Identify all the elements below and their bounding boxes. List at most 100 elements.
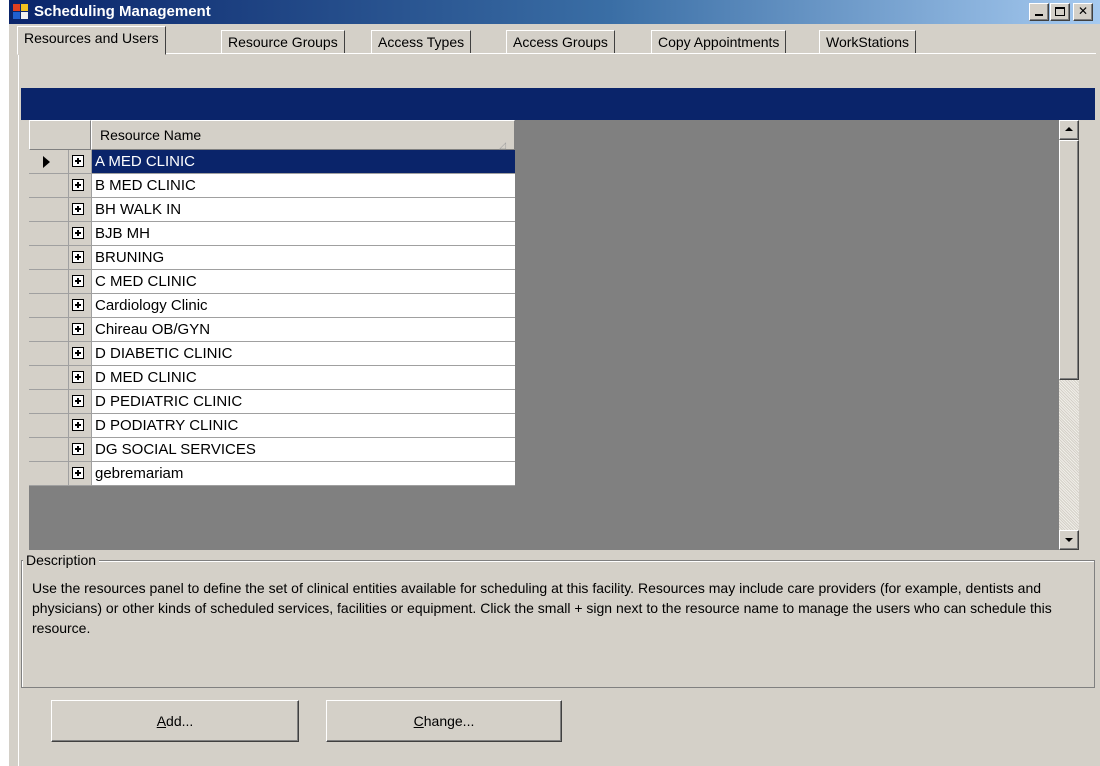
tab-label: Copy Appointments: [658, 34, 780, 50]
expander-cell: [69, 390, 91, 414]
column-header-label: Resource Name: [100, 127, 202, 143]
scroll-down-button[interactable]: [1059, 530, 1079, 550]
resource-name-cell[interactable]: gebremariam: [91, 462, 515, 486]
table-row[interactable]: Cardiology Clinic: [29, 294, 515, 318]
tab-resource-groups[interactable]: Resource Groups: [221, 30, 345, 54]
table-row[interactable]: B MED CLINIC: [29, 174, 515, 198]
resource-name-cell[interactable]: Chireau OB/GYN: [91, 318, 515, 342]
grid-header: Resource Name ◿: [29, 120, 515, 150]
expander-cell: [69, 150, 91, 174]
table-row[interactable]: BJB MH: [29, 222, 515, 246]
expand-plus-icon[interactable]: [72, 347, 84, 359]
table-row[interactable]: D PODIATRY CLINIC: [29, 414, 515, 438]
expand-plus-icon[interactable]: [72, 443, 84, 455]
tab-access-groups[interactable]: Access Groups: [506, 30, 615, 54]
expand-plus-icon[interactable]: [72, 395, 84, 407]
table-row[interactable]: BH WALK IN: [29, 198, 515, 222]
change-mnemonic: C: [413, 713, 424, 729]
table-row[interactable]: D PEDIATRIC CLINIC: [29, 390, 515, 414]
resource-name-cell[interactable]: D MED CLINIC: [91, 366, 515, 390]
row-selector[interactable]: [29, 414, 69, 438]
resource-name-cell[interactable]: Cardiology Clinic: [91, 294, 515, 318]
table-row[interactable]: Chireau OB/GYN: [29, 318, 515, 342]
tab-resources-and-users[interactable]: Resources and Users: [17, 26, 166, 55]
maximize-button[interactable]: [1050, 3, 1070, 21]
title-bar[interactable]: Scheduling Management ✕: [9, 0, 1100, 24]
expander-cell: [69, 246, 91, 270]
expand-plus-icon[interactable]: [72, 419, 84, 431]
row-selector[interactable]: [29, 342, 69, 366]
add-button[interactable]: Add...: [51, 700, 299, 742]
expander-cell: [69, 270, 91, 294]
resource-name-cell[interactable]: A MED CLINIC: [91, 150, 515, 174]
expand-plus-icon[interactable]: [72, 227, 84, 239]
table-row[interactable]: DG SOCIAL SERVICES: [29, 438, 515, 462]
row-selector[interactable]: [29, 390, 69, 414]
resource-grid[interactable]: Resource Name ◿ A MED CLINIC B MED CLINIC…: [29, 120, 1079, 550]
close-icon: ✕: [1077, 4, 1089, 18]
add-mnemonic: A: [156, 713, 167, 729]
expand-plus-icon[interactable]: [72, 155, 84, 167]
tab-label: Access Groups: [513, 34, 608, 50]
resource-name-cell[interactable]: DG SOCIAL SERVICES: [91, 438, 515, 462]
tab-label: Resources and Users: [24, 30, 159, 46]
expand-plus-icon[interactable]: [72, 203, 84, 215]
description-text: Use the resources panel to define the se…: [32, 580, 1052, 636]
expand-plus-icon[interactable]: [72, 467, 84, 479]
tab-workstations[interactable]: WorkStations: [819, 30, 916, 54]
minimize-button[interactable]: [1029, 3, 1049, 21]
resource-name-cell[interactable]: D PODIATRY CLINIC: [91, 414, 515, 438]
row-selector[interactable]: [29, 366, 69, 390]
expander-cell: [69, 294, 91, 318]
current-row-icon: [43, 156, 50, 168]
row-selector[interactable]: [29, 150, 69, 174]
table-row[interactable]: D DIABETIC CLINIC: [29, 342, 515, 366]
row-selector[interactable]: [29, 318, 69, 342]
expander-cell: [69, 366, 91, 390]
maximize-icon: [1055, 7, 1065, 16]
resource-name-cell[interactable]: D PEDIATRIC CLINIC: [91, 390, 515, 414]
resource-name-cell[interactable]: BRUNING: [91, 246, 515, 270]
scroll-up-button[interactable]: [1059, 120, 1079, 140]
resource-name-cell[interactable]: BH WALK IN: [91, 198, 515, 222]
expand-plus-icon[interactable]: [72, 251, 84, 263]
row-selector[interactable]: [29, 246, 69, 270]
expander-cell: [69, 438, 91, 462]
tab-access-types[interactable]: Access Types: [371, 30, 472, 54]
column-header-resource-name[interactable]: Resource Name ◿: [91, 120, 515, 150]
row-selector[interactable]: [29, 270, 69, 294]
table-row[interactable]: C MED CLINIC: [29, 270, 515, 294]
description-legend: Description: [23, 551, 100, 569]
table-row[interactable]: gebremariam: [29, 462, 515, 486]
tab-label: WorkStations: [826, 34, 909, 50]
tab-copy-appointments[interactable]: Copy Appointments: [651, 30, 787, 54]
row-selector[interactable]: [29, 198, 69, 222]
grid-caption-bar: [21, 88, 1095, 120]
expand-plus-icon[interactable]: [72, 299, 84, 311]
row-selector[interactable]: [29, 462, 69, 486]
row-selector[interactable]: [29, 438, 69, 462]
resource-name-cell[interactable]: D DIABETIC CLINIC: [91, 342, 515, 366]
scroll-thumb[interactable]: [1059, 140, 1079, 380]
resource-name-cell[interactable]: C MED CLINIC: [91, 270, 515, 294]
table-row[interactable]: D MED CLINIC: [29, 366, 515, 390]
close-button[interactable]: ✕: [1073, 3, 1093, 21]
table-row[interactable]: A MED CLINIC: [29, 150, 515, 174]
resource-name-cell[interactable]: BJB MH: [91, 222, 515, 246]
table-row[interactable]: BRUNING: [29, 246, 515, 270]
row-selector[interactable]: [29, 174, 69, 198]
resource-name-cell[interactable]: B MED CLINIC: [91, 174, 515, 198]
change-button[interactable]: Change...: [326, 700, 562, 742]
window-title: Scheduling Management: [34, 3, 211, 20]
expand-plus-icon[interactable]: [72, 179, 84, 191]
expand-plus-icon[interactable]: [72, 371, 84, 383]
row-selector[interactable]: [29, 222, 69, 246]
expander-cell: [69, 414, 91, 438]
row-selector[interactable]: [29, 294, 69, 318]
expand-plus-icon[interactable]: [72, 323, 84, 335]
app-icon[interactable]: [13, 4, 29, 20]
scheduling-management-window: Scheduling Management ✕ Resources and Us…: [8, 0, 1100, 766]
vertical-scrollbar[interactable]: [1059, 120, 1079, 550]
expander-cell: [69, 318, 91, 342]
expand-plus-icon[interactable]: [72, 275, 84, 287]
